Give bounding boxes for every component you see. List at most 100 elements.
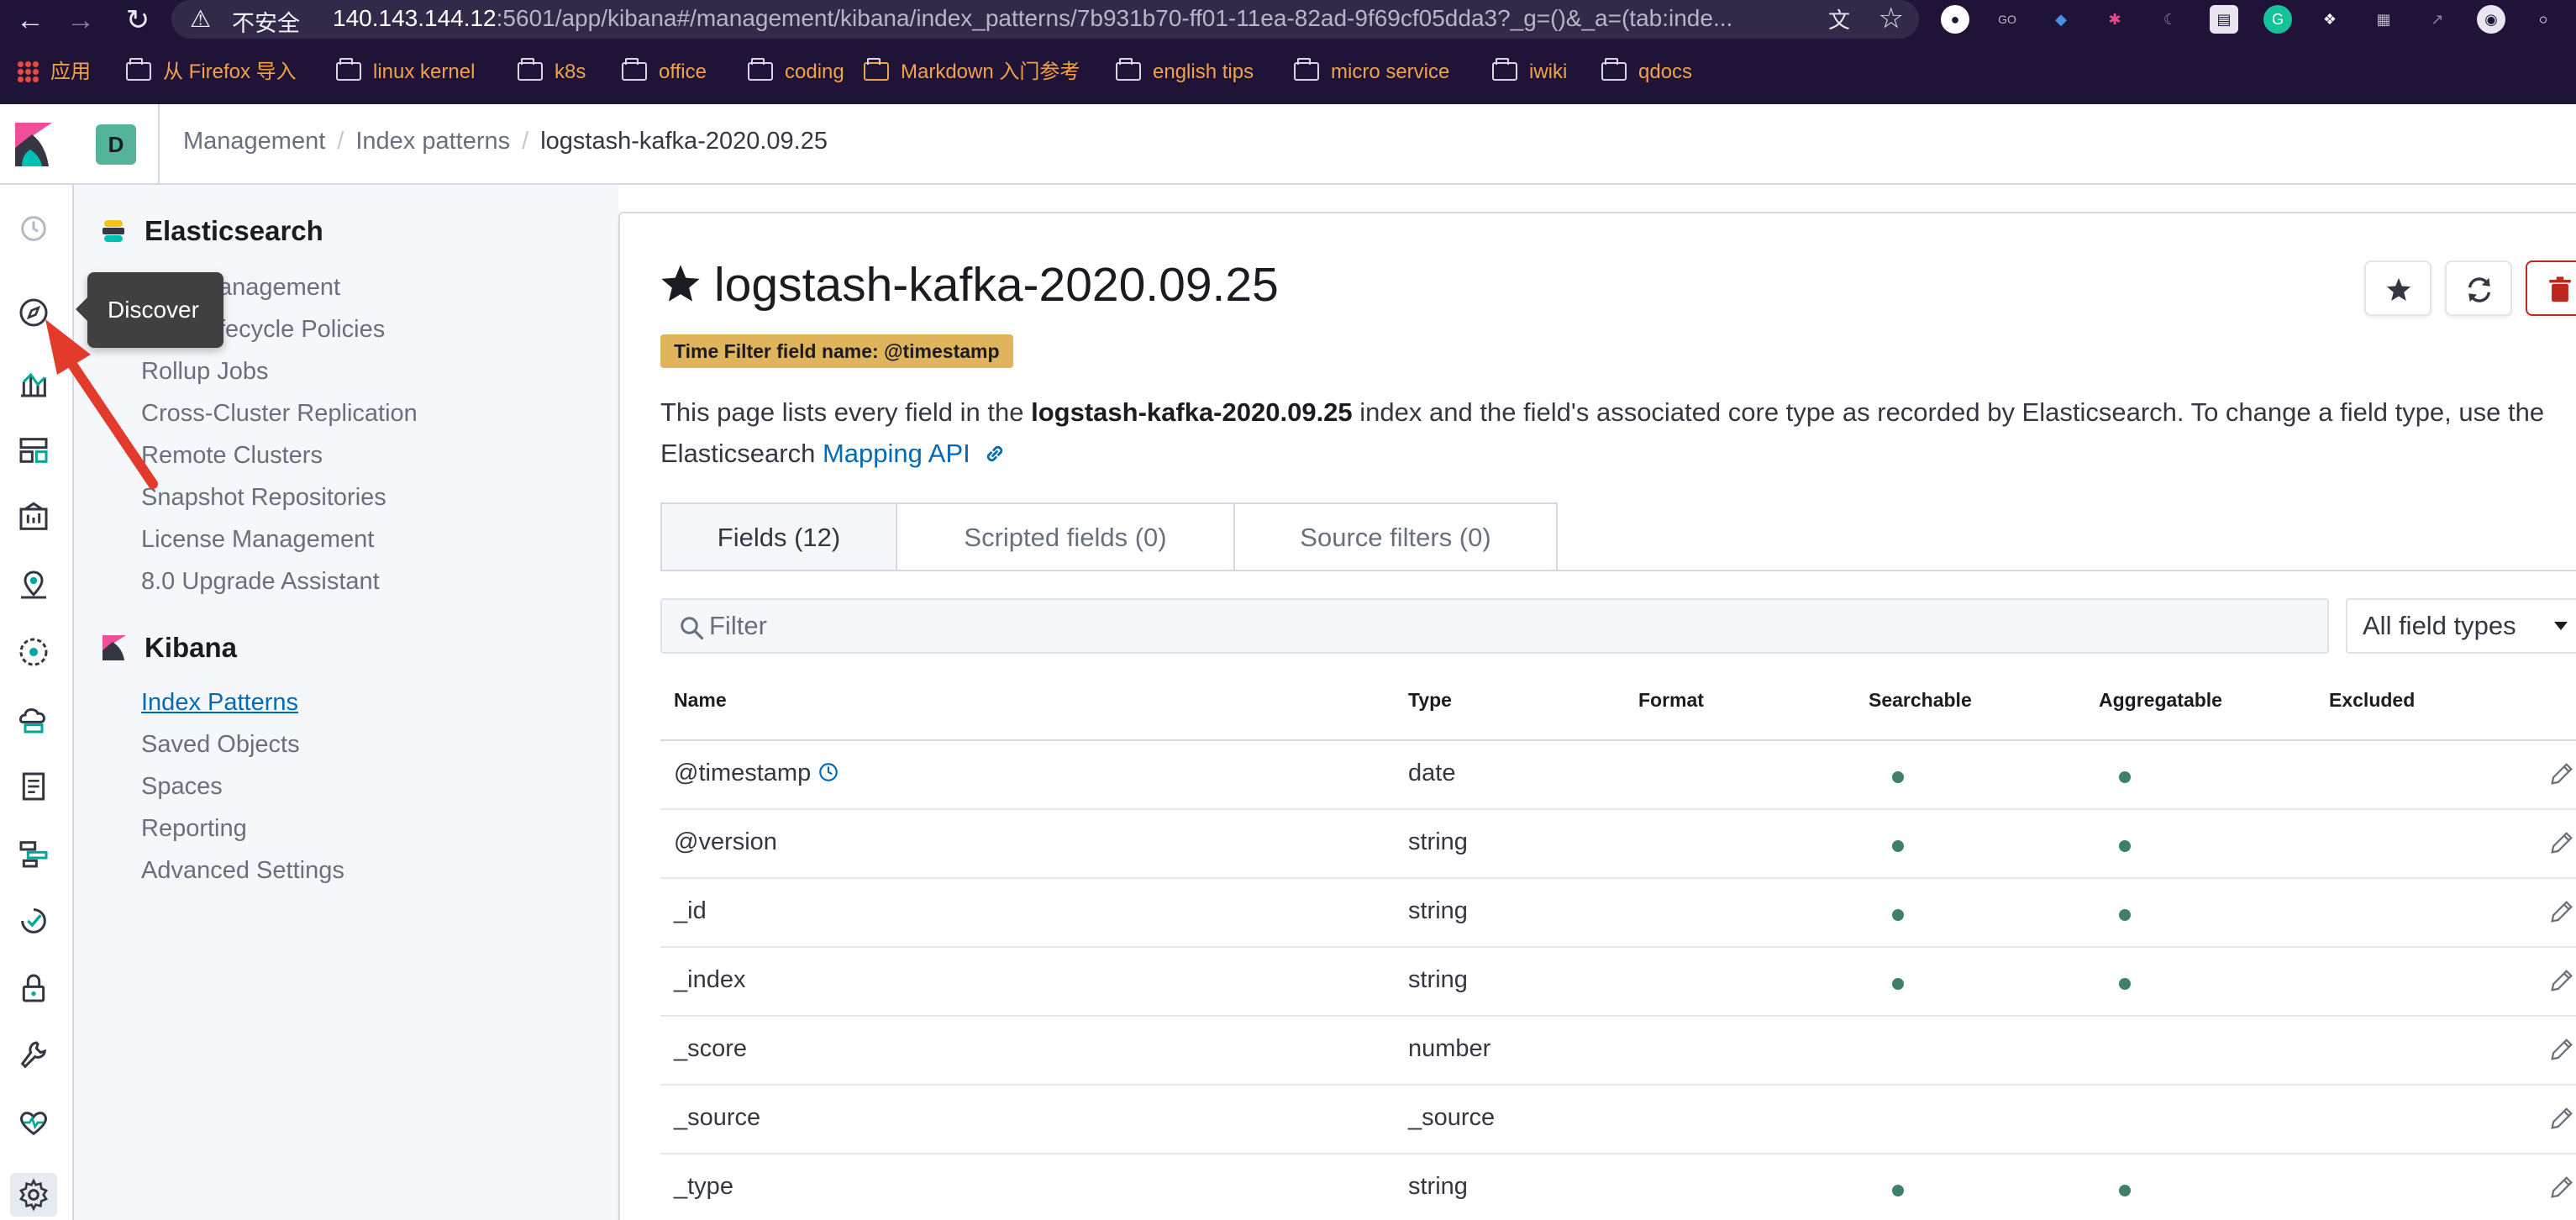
bookmark-3[interactable]: k8s [518,58,586,86]
sidebar-item-es-5[interactable]: Snapshot Repositories [141,484,386,512]
folder-icon [748,58,773,81]
extension-tool-icon[interactable]: ❖ [2316,5,2344,34]
extension-snowflake-icon[interactable]: ✱ [2100,5,2129,34]
sidebar-item-kibana-3[interactable]: Reporting [141,815,247,843]
folder-icon [622,58,647,81]
kibana-logo-icon[interactable] [15,123,52,166]
forward-arrow-icon[interactable]: → [55,2,106,39]
monitoring-icon[interactable] [17,1106,50,1139]
sidebar-item-kibana-0[interactable]: Index Patterns [141,689,298,717]
extension-moon-icon[interactable]: ☾ [2156,5,2184,34]
extension-go-hl-icon[interactable]: GO [1993,5,2021,34]
bookmark-label: micro service [1331,60,1450,83]
column-header-aggregatable[interactable]: Aggregatable [2099,689,2222,712]
extension-puzzle-icon[interactable]: ↗ [2423,5,2452,34]
delete-index-pattern-button[interactable] [2526,260,2576,316]
mapping-api-link[interactable]: Mapping API [823,439,970,468]
browser-chrome: ← → ↻ ⚠ 不安全 140.143.144.12:5601/app/kiba… [0,0,2576,104]
field-type: _source [1408,1104,1496,1131]
siem-icon[interactable] [17,971,50,1005]
translate-icon[interactable]: 文 [1828,3,1850,34]
edit-pencil-icon[interactable] [2547,760,2576,788]
url-text[interactable]: 140.143.144.12:5601/app/kibana#/manageme… [333,5,1811,32]
field-type-select[interactable]: All field types [2346,598,2576,654]
sidebar-item-es-7[interactable]: 8.0 Upgrade Assistant [141,568,380,596]
tabs-divider [660,570,2576,571]
edit-pencil-icon[interactable] [2547,966,2576,995]
folder-icon [518,58,543,81]
bookmark-1[interactable]: 从 Firefox 导入 [126,58,297,86]
bookmark-7[interactable]: english tips [1116,58,1254,86]
extension-diamond-icon[interactable]: ◆ [2047,5,2075,34]
tab-scripted-fields[interactable]: Scripted fields (0) [896,502,1235,571]
extension-dots-icon[interactable]: ○ [2529,5,2558,34]
column-header-name[interactable]: Name [674,689,727,712]
visualize-icon[interactable] [17,366,50,400]
sidebar-item-es-6[interactable]: License Management [141,526,374,554]
link-icon[interactable] [982,441,1007,466]
edit-pencil-icon[interactable] [2547,1035,2576,1064]
bookmark-star-icon[interactable]: ☆ [1879,2,1904,35]
canvas-icon[interactable] [17,501,50,534]
apm-icon[interactable] [17,837,50,870]
tab-fields[interactable]: Fields (12) [660,502,897,571]
table-row: @timestamp date [660,741,2576,810]
sidebar-item-es-4[interactable]: Remote Clusters [141,442,323,470]
bookmark-9[interactable]: iwiki [1492,58,1567,86]
space-avatar[interactable]: D [96,124,136,165]
url-path: :5601/app/kibana#/management/kibana/inde… [496,5,1733,31]
filter-field[interactable] [660,598,2329,654]
grammarly-icon[interactable]: G [2263,5,2292,34]
extension-shield-icon[interactable]: ◉ [2477,5,2505,34]
table-row: @version string [660,810,2576,879]
breadcrumb-index-patterns[interactable]: Index patterns [355,128,510,155]
bookmark-5[interactable]: coding [748,58,844,86]
edit-pencil-icon[interactable] [2547,897,2576,926]
bookmarks-bar: 应用 从 Firefox 导入 linux kernel k8s office codin… [0,54,2576,91]
reload-icon[interactable]: ↻ [113,2,163,39]
column-header-searchable[interactable]: Searchable [1869,689,1972,712]
infrastructure-icon[interactable] [17,702,50,736]
refresh-fields-button[interactable] [2445,260,2512,316]
extension-mask-icon[interactable]: ● [1941,5,1969,34]
breadcrumb-management[interactable]: Management [183,128,325,155]
extension-grid-icon[interactable]: ▦ [2369,5,2398,34]
sidebar-item-es-0[interactable]: anagement [218,274,340,302]
maps-icon[interactable] [17,568,50,602]
edit-pencil-icon[interactable] [2547,828,2576,857]
discover-icon[interactable] [17,296,50,329]
edit-pencil-icon[interactable] [2547,1173,2576,1202]
bookmark-8[interactable]: micro service [1294,58,1450,86]
bookmark-10[interactable]: qdocs [1601,58,1692,86]
recently-viewed-icon[interactable] [17,212,50,245]
sidebar-item-es-3[interactable]: Cross-Cluster Replication [141,400,418,428]
bookmark-2[interactable]: linux kernel [336,58,475,86]
sidebar-item-kibana-2[interactable]: Spaces [141,773,223,801]
dashboard-icon[interactable] [17,434,50,467]
security-label: 不安全 [232,11,300,36]
ml-icon[interactable] [17,635,50,669]
dev-tools-icon[interactable] [17,1039,50,1072]
address-bar[interactable]: ⚠ 不安全 140.143.144.12:5601/app/kibana#/ma… [171,0,1919,39]
management-icon[interactable] [10,1173,57,1217]
uptime-icon[interactable] [17,904,50,938]
bookmark-label: Markdown 入门参考 [901,60,1080,83]
set-default-button[interactable] [2364,260,2431,316]
bookmark-6[interactable]: Markdown 入门参考 [864,58,1080,86]
tab-source-filters[interactable]: Source filters (0) [1233,502,1558,571]
bookmark-0[interactable]: 应用 [17,59,91,86]
sidebar-item-es-1[interactable]: fecycle Policies [218,316,385,344]
column-header-excluded[interactable]: Excluded [2329,689,2415,712]
column-header-format[interactable]: Format [1638,689,1704,712]
logs-icon[interactable] [17,770,50,803]
extension-chart-icon[interactable]: ▤ [2210,5,2238,34]
bookmark-4[interactable]: office [622,58,707,86]
edit-pencil-icon[interactable] [2547,1104,2576,1133]
column-header-type[interactable]: Type [1408,689,1452,712]
star-icon [2386,277,2411,302]
sidebar-item-kibana-4[interactable]: Advanced Settings [141,857,344,885]
back-arrow-icon[interactable]: ← [5,2,55,39]
kibana-small-logo-icon [103,635,126,660]
filter-input[interactable] [709,607,2305,645]
sidebar-item-kibana-1[interactable]: Saved Objects [141,731,300,759]
